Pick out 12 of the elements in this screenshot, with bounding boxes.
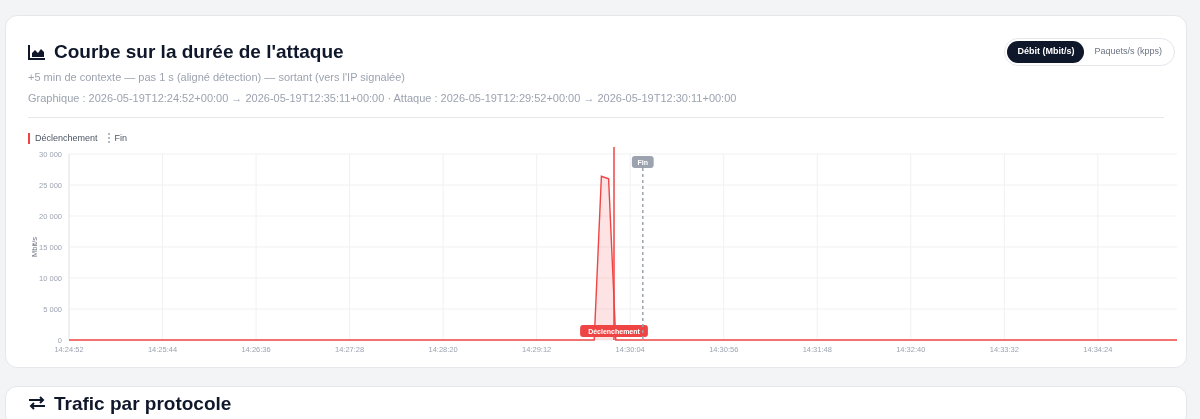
unit-tab[interactable]: Débit (Mbit/s): [1007, 41, 1085, 63]
unit-tab[interactable]: Paquets/s (kpps): [1084, 41, 1172, 63]
arrows-icon: [28, 396, 46, 410]
legend-dashed-line-icon: [107, 132, 110, 144]
card-title: Courbe sur la durée de l'attaque: [54, 40, 344, 64]
time-range-text: Graphique : 2026-05-19T12:24:52+00:00 → 2026-05-19T12:35:11+00:00 · Attaque : 2026-05-19T12:29:52+00:00 → 2026-05-19T12:30:11+00:00: [28, 91, 738, 106]
legend-label: Déclenchement: [35, 131, 98, 145]
card-subtitle: +5 min de contexte — pas 1 s (aligné détection) — sortant (vers l'IP signalée): [28, 69, 406, 85]
legend-label: Fin: [114, 131, 128, 145]
area-chart-icon: [28, 44, 46, 61]
legend-solid-line-icon: [28, 132, 30, 144]
card-title: Trafic par protocole: [54, 396, 232, 412]
